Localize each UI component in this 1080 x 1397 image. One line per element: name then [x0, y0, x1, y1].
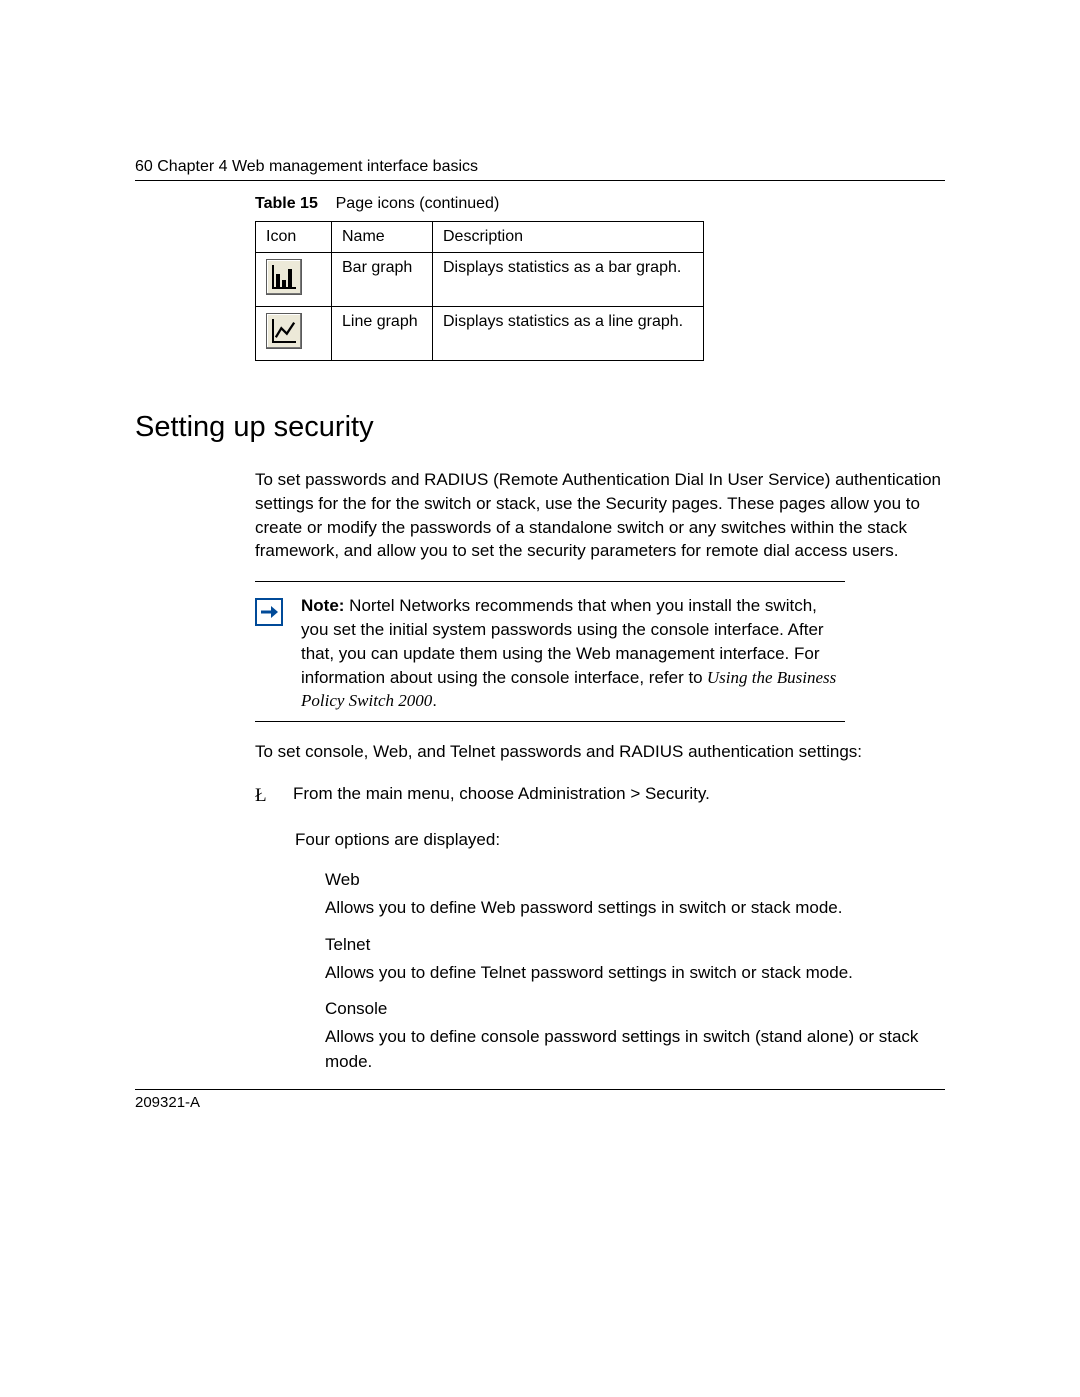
row-desc: Displays statistics as a line graph. — [433, 307, 704, 361]
note-top-rule — [255, 581, 845, 582]
step-text: From the main menu, choose Administratio… — [293, 782, 710, 810]
th-icon: Icon — [256, 222, 332, 253]
step-marker: Ł — [255, 782, 277, 810]
note-bottom-rule — [255, 721, 845, 722]
bar-graph-icon — [266, 259, 302, 295]
footer-docid: 209321-A — [135, 1094, 945, 1111]
page-icons-table: Icon Name Description Bar graph Displays… — [255, 221, 704, 361]
arrow-right-icon — [255, 598, 283, 626]
option-desc: Allows you to define Telnet password set… — [325, 961, 945, 986]
table-header-row: Icon Name Description — [256, 222, 704, 253]
table-caption: Table 15 Page icons (continued) — [255, 195, 945, 213]
row-desc: Displays statistics as a bar graph. — [433, 253, 704, 307]
line-graph-icon — [266, 313, 302, 349]
th-name: Name — [332, 222, 433, 253]
table-row: Line graph Displays statistics as a line… — [256, 307, 704, 361]
options-list: Web Allows you to define Web password se… — [325, 870, 945, 1075]
chapter-label: Chapter 4 — [157, 158, 227, 175]
header-rule — [135, 180, 945, 181]
document-page: 60 Chapter 4 Web management interface ba… — [0, 0, 1080, 1397]
note-block: Note: Nortel Networks recommends that wh… — [255, 581, 845, 722]
note-label: Note: — [301, 596, 344, 615]
table-caption-text: Page icons (continued) — [336, 195, 500, 212]
running-header: 60 Chapter 4 Web management interface ba… — [135, 158, 945, 176]
section-heading: Setting up security — [135, 411, 945, 444]
intro-paragraph: To set passwords and RADIUS (Remote Auth… — [255, 468, 945, 563]
table-row: Bar graph Displays statistics as a bar g… — [256, 253, 704, 307]
footer-rule — [135, 1089, 945, 1090]
option-title: Console — [325, 999, 945, 1019]
option-desc: Allows you to define Web password settin… — [325, 896, 945, 921]
option-title: Web — [325, 870, 945, 890]
row-name: Bar graph — [332, 253, 433, 307]
option-title: Telnet — [325, 935, 945, 955]
th-desc: Description — [433, 222, 704, 253]
options-intro: Four options are displayed: — [295, 828, 945, 853]
note-text: Note: Nortel Networks recommends that wh… — [301, 594, 845, 713]
table-number: Table 15 — [255, 195, 318, 212]
page-number: 60 — [135, 158, 153, 175]
option-desc: Allows you to define console password se… — [325, 1025, 945, 1074]
row-name: Line graph — [332, 307, 433, 361]
after-note-paragraph: To set console, Web, and Telnet password… — [255, 740, 945, 764]
chapter-title: Web management interface basics — [232, 158, 478, 175]
step-1: Ł From the main menu, choose Administrat… — [255, 782, 945, 810]
